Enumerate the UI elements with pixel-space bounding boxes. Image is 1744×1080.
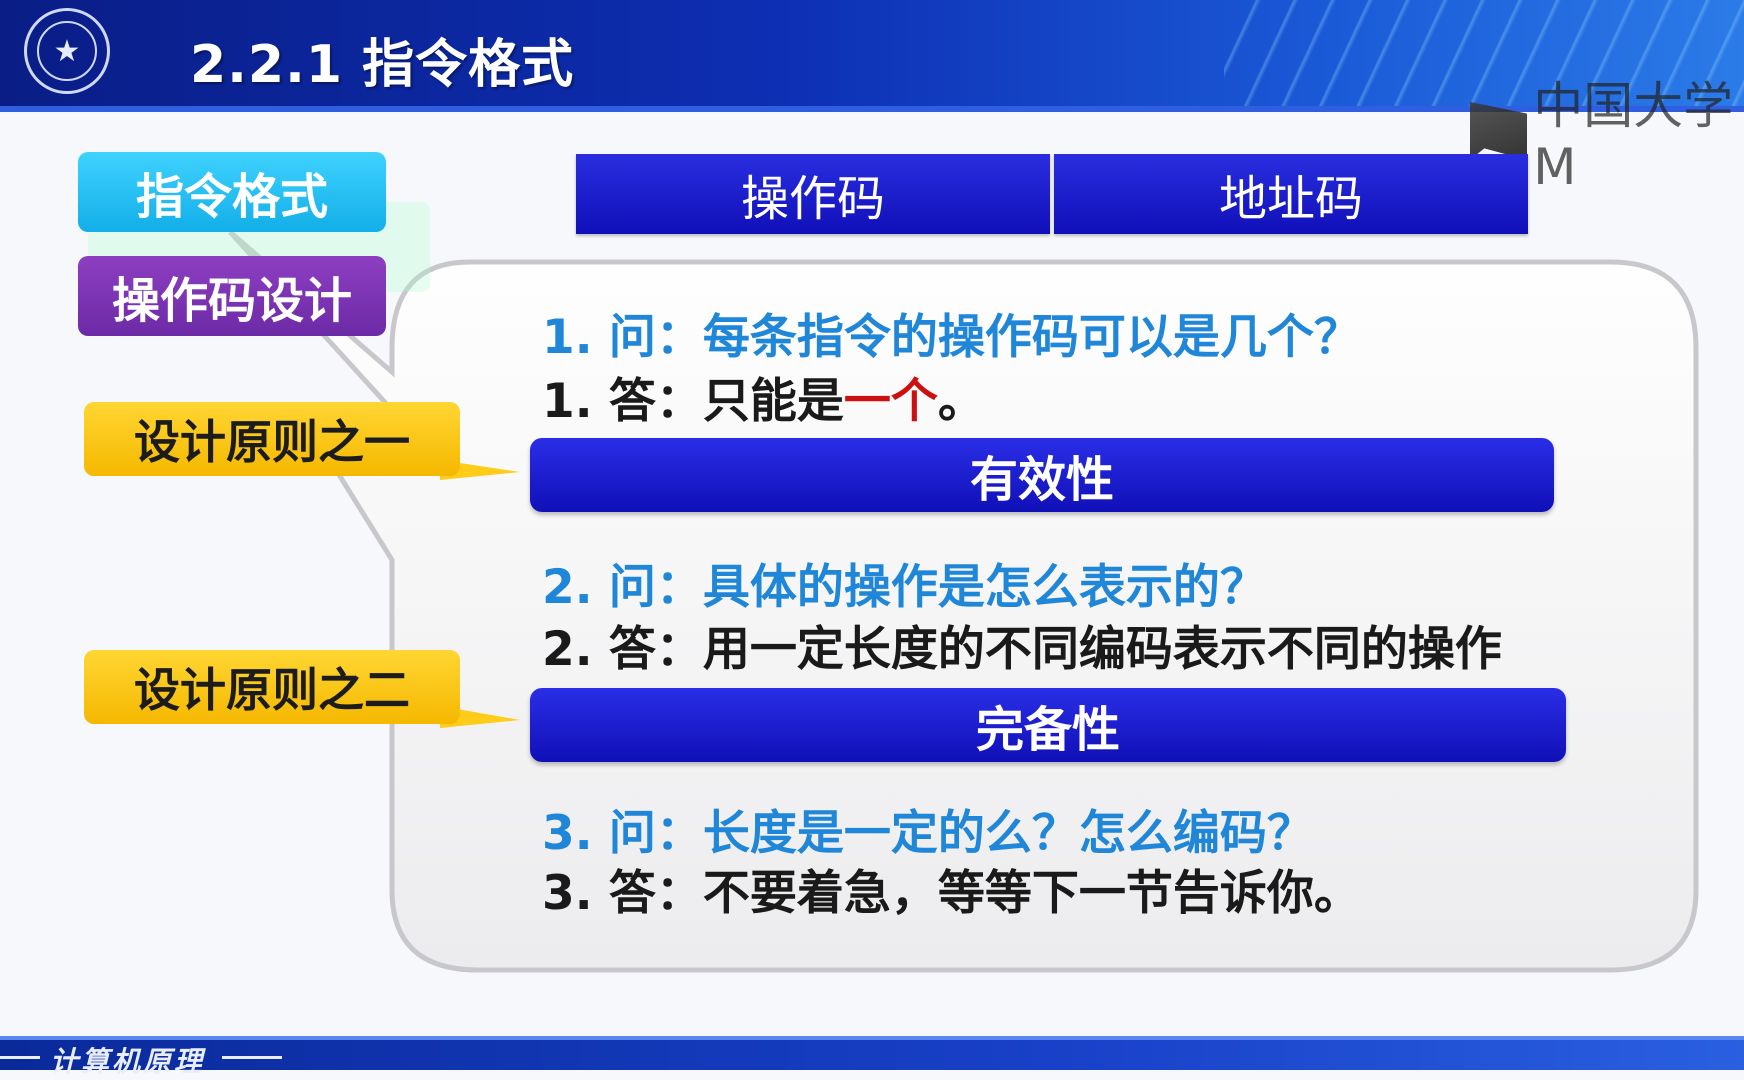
footer-dash-left bbox=[0, 1056, 40, 1059]
completeness-bar: 完备性 bbox=[530, 688, 1566, 762]
answer-3: 3. 答：不要着急，等等下一节告诉你。 bbox=[542, 866, 1361, 921]
opcode-design-button[interactable]: 操作码设计 bbox=[78, 256, 386, 336]
answer-1: 1. 答：只能是一个。 bbox=[542, 362, 985, 431]
question-1: 1. 问：每条指令的操作码可以是几个？ bbox=[542, 310, 1361, 365]
design-principle-1: 设计原则之一 bbox=[84, 402, 460, 476]
footer-course: 计算机原理 bbox=[50, 1045, 206, 1078]
opcode-field: 操作码 bbox=[576, 154, 1050, 234]
answer-1-prefix: 1. 答：只能是 bbox=[542, 374, 844, 429]
answer-1-suffix: 。 bbox=[937, 374, 985, 429]
instruction-format-button[interactable]: 指令格式 bbox=[78, 152, 386, 232]
effectiveness-bar: 有效性 bbox=[530, 438, 1554, 512]
footer-banner bbox=[0, 1040, 1744, 1070]
question-2: 2. 问：具体的操作是怎么表示的？ bbox=[542, 560, 1267, 615]
answer-1-highlight: 一个 bbox=[843, 374, 938, 429]
design-principle-2: 设计原则之二 bbox=[84, 650, 460, 724]
question-3: 3. 问：长度是一定的么？怎么编码？ bbox=[542, 806, 1314, 861]
address-field: 地址码 bbox=[1054, 154, 1528, 234]
answer-2: 2. 答：用一定长度的不同编码表示不同的操作 bbox=[542, 622, 1502, 677]
footer-dash-right bbox=[222, 1056, 282, 1059]
